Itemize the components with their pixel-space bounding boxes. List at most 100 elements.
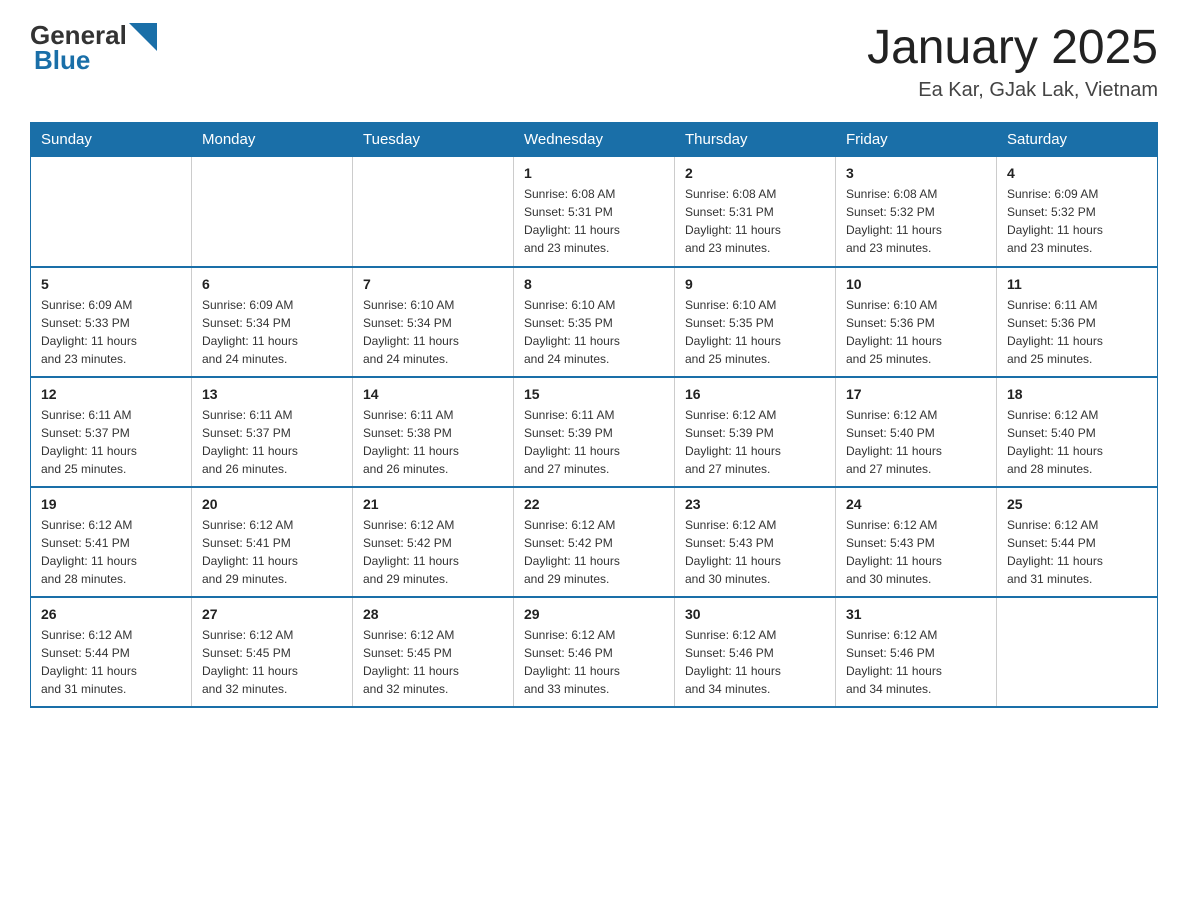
calendar-cell (353, 157, 514, 267)
logo-blue-text: Blue (34, 45, 157, 76)
day-info: Sunrise: 6:12 AM Sunset: 5:46 PM Dayligh… (524, 626, 664, 698)
calendar-cell: 4 Sunrise: 6:09 AM Sunset: 5:32 PM Daylig… (997, 157, 1158, 267)
day-number: 26 (41, 606, 181, 622)
day-info: Sunrise: 6:08 AM Sunset: 5:32 PM Dayligh… (846, 185, 986, 257)
calendar-cell: 10 Sunrise: 6:10 AM Sunset: 5:36 PM Dayli… (836, 267, 997, 377)
calendar-week-row: 12 Sunrise: 6:11 AM Sunset: 5:37 PM Dayli… (31, 377, 1158, 487)
day-number: 29 (524, 606, 664, 622)
day-info: Sunrise: 6:11 AM Sunset: 5:37 PM Dayligh… (202, 406, 342, 478)
calendar-cell (31, 157, 192, 267)
day-info: Sunrise: 6:12 AM Sunset: 5:43 PM Dayligh… (685, 516, 825, 588)
day-info: Sunrise: 6:11 AM Sunset: 5:37 PM Dayligh… (41, 406, 181, 478)
day-number: 27 (202, 606, 342, 622)
logo: General Blue (30, 20, 157, 76)
weekday-header-row: SundayMondayTuesdayWednesdayThursdayFrid… (31, 123, 1158, 157)
day-info: Sunrise: 6:11 AM Sunset: 5:39 PM Dayligh… (524, 406, 664, 478)
day-info: Sunrise: 6:11 AM Sunset: 5:36 PM Dayligh… (1007, 296, 1147, 368)
calendar-cell: 11 Sunrise: 6:11 AM Sunset: 5:36 PM Dayli… (997, 267, 1158, 377)
calendar-cell: 20 Sunrise: 6:12 AM Sunset: 5:41 PM Dayli… (192, 487, 353, 597)
calendar-cell: 2 Sunrise: 6:08 AM Sunset: 5:31 PM Daylig… (675, 157, 836, 267)
day-number: 22 (524, 496, 664, 512)
calendar-cell: 9Sunrise: 6:10 AM Sunset: 5:35 PM Daylig… (675, 267, 836, 377)
calendar-cell: 1 Sunrise: 6:08 AM Sunset: 5:31 PM Daylig… (514, 157, 675, 267)
calendar-cell: 31 Sunrise: 6:12 AM Sunset: 5:46 PM Dayli… (836, 597, 997, 707)
day-number: 13 (202, 386, 342, 402)
day-number: 4 (1007, 165, 1147, 181)
calendar-cell: 28Sunrise: 6:12 AM Sunset: 5:45 PM Dayli… (353, 597, 514, 707)
day-number: 17 (846, 386, 986, 402)
day-info: Sunrise: 6:10 AM Sunset: 5:35 PM Dayligh… (524, 296, 664, 368)
day-number: 3 (846, 165, 986, 181)
day-info: Sunrise: 6:10 AM Sunset: 5:36 PM Dayligh… (846, 296, 986, 368)
calendar-cell: 16Sunrise: 6:12 AM Sunset: 5:39 PM Dayli… (675, 377, 836, 487)
day-number: 5 (41, 276, 181, 292)
day-number: 10 (846, 276, 986, 292)
day-number: 8 (524, 276, 664, 292)
calendar-cell: 5 Sunrise: 6:09 AM Sunset: 5:33 PM Daylig… (31, 267, 192, 377)
calendar-cell: 21 Sunrise: 6:12 AM Sunset: 5:42 PM Dayli… (353, 487, 514, 597)
calendar-title: January 2025 (867, 20, 1158, 75)
day-info: Sunrise: 6:12 AM Sunset: 5:44 PM Dayligh… (41, 626, 181, 698)
calendar-cell (192, 157, 353, 267)
day-info: Sunrise: 6:12 AM Sunset: 5:41 PM Dayligh… (41, 516, 181, 588)
day-number: 11 (1007, 276, 1147, 292)
day-number: 14 (363, 386, 503, 402)
day-info: Sunrise: 6:08 AM Sunset: 5:31 PM Dayligh… (685, 185, 825, 257)
day-number: 30 (685, 606, 825, 622)
page-header: General Blue January 2025 Ea Kar, GJak L… (30, 20, 1158, 102)
calendar-cell: 24 Sunrise: 6:12 AM Sunset: 5:43 PM Dayli… (836, 487, 997, 597)
calendar-cell: 8 Sunrise: 6:10 AM Sunset: 5:35 PM Daylig… (514, 267, 675, 377)
calendar-cell: 26 Sunrise: 6:12 AM Sunset: 5:44 PM Dayli… (31, 597, 192, 707)
weekday-header-sunday: Sunday (31, 123, 192, 157)
day-number: 16 (685, 386, 825, 402)
day-info: Sunrise: 6:09 AM Sunset: 5:32 PM Dayligh… (1007, 185, 1147, 257)
weekday-header-thursday: Thursday (675, 123, 836, 157)
day-info: Sunrise: 6:12 AM Sunset: 5:44 PM Dayligh… (1007, 516, 1147, 588)
day-info: Sunrise: 6:09 AM Sunset: 5:33 PM Dayligh… (41, 296, 181, 368)
day-number: 28 (363, 606, 503, 622)
day-number: 20 (202, 496, 342, 512)
calendar-cell: 13 Sunrise: 6:11 AM Sunset: 5:37 PM Dayli… (192, 377, 353, 487)
day-info: Sunrise: 6:12 AM Sunset: 5:46 PM Dayligh… (846, 626, 986, 698)
day-number: 25 (1007, 496, 1147, 512)
calendar-cell: 12 Sunrise: 6:11 AM Sunset: 5:37 PM Dayli… (31, 377, 192, 487)
calendar-cell: 15 Sunrise: 6:11 AM Sunset: 5:39 PM Dayli… (514, 377, 675, 487)
day-number: 23 (685, 496, 825, 512)
calendar-subtitle: Ea Kar, GJak Lak, Vietnam (867, 79, 1158, 102)
calendar-cell: 7Sunrise: 6:10 AM Sunset: 5:34 PM Daylig… (353, 267, 514, 377)
calendar-week-row: 5 Sunrise: 6:09 AM Sunset: 5:33 PM Daylig… (31, 267, 1158, 377)
weekday-header-tuesday: Tuesday (353, 123, 514, 157)
day-number: 18 (1007, 386, 1147, 402)
day-info: Sunrise: 6:08 AM Sunset: 5:31 PM Dayligh… (524, 185, 664, 257)
day-info: Sunrise: 6:12 AM Sunset: 5:46 PM Dayligh… (685, 626, 825, 698)
day-number: 6 (202, 276, 342, 292)
day-number: 12 (41, 386, 181, 402)
calendar-cell: 25 Sunrise: 6:12 AM Sunset: 5:44 PM Dayli… (997, 487, 1158, 597)
day-number: 21 (363, 496, 503, 512)
day-number: 1 (524, 165, 664, 181)
day-info: Sunrise: 6:12 AM Sunset: 5:43 PM Dayligh… (846, 516, 986, 588)
calendar-cell: 23 Sunrise: 6:12 AM Sunset: 5:43 PM Dayli… (675, 487, 836, 597)
calendar-cell: 22 Sunrise: 6:12 AM Sunset: 5:42 PM Dayli… (514, 487, 675, 597)
calendar-cell: 30 Sunrise: 6:12 AM Sunset: 5:46 PM Dayli… (675, 597, 836, 707)
day-info: Sunrise: 6:10 AM Sunset: 5:34 PM Dayligh… (363, 296, 503, 368)
calendar-week-row: 26 Sunrise: 6:12 AM Sunset: 5:44 PM Dayli… (31, 597, 1158, 707)
day-number: 15 (524, 386, 664, 402)
calendar-cell: 27 Sunrise: 6:12 AM Sunset: 5:45 PM Dayli… (192, 597, 353, 707)
day-info: Sunrise: 6:12 AM Sunset: 5:40 PM Dayligh… (846, 406, 986, 478)
day-info: Sunrise: 6:12 AM Sunset: 5:42 PM Dayligh… (524, 516, 664, 588)
weekday-header-saturday: Saturday (997, 123, 1158, 157)
day-number: 2 (685, 165, 825, 181)
weekday-header-monday: Monday (192, 123, 353, 157)
calendar-cell: 6 Sunrise: 6:09 AM Sunset: 5:34 PM Daylig… (192, 267, 353, 377)
calendar-cell: 29 Sunrise: 6:12 AM Sunset: 5:46 PM Dayli… (514, 597, 675, 707)
day-info: Sunrise: 6:12 AM Sunset: 5:41 PM Dayligh… (202, 516, 342, 588)
calendar-cell: 3 Sunrise: 6:08 AM Sunset: 5:32 PM Daylig… (836, 157, 997, 267)
day-info: Sunrise: 6:12 AM Sunset: 5:45 PM Dayligh… (202, 626, 342, 698)
day-number: 24 (846, 496, 986, 512)
day-number: 31 (846, 606, 986, 622)
day-info: Sunrise: 6:09 AM Sunset: 5:34 PM Dayligh… (202, 296, 342, 368)
day-info: Sunrise: 6:12 AM Sunset: 5:42 PM Dayligh… (363, 516, 503, 588)
weekday-header-friday: Friday (836, 123, 997, 157)
calendar-week-row: 19Sunrise: 6:12 AM Sunset: 5:41 PM Dayli… (31, 487, 1158, 597)
